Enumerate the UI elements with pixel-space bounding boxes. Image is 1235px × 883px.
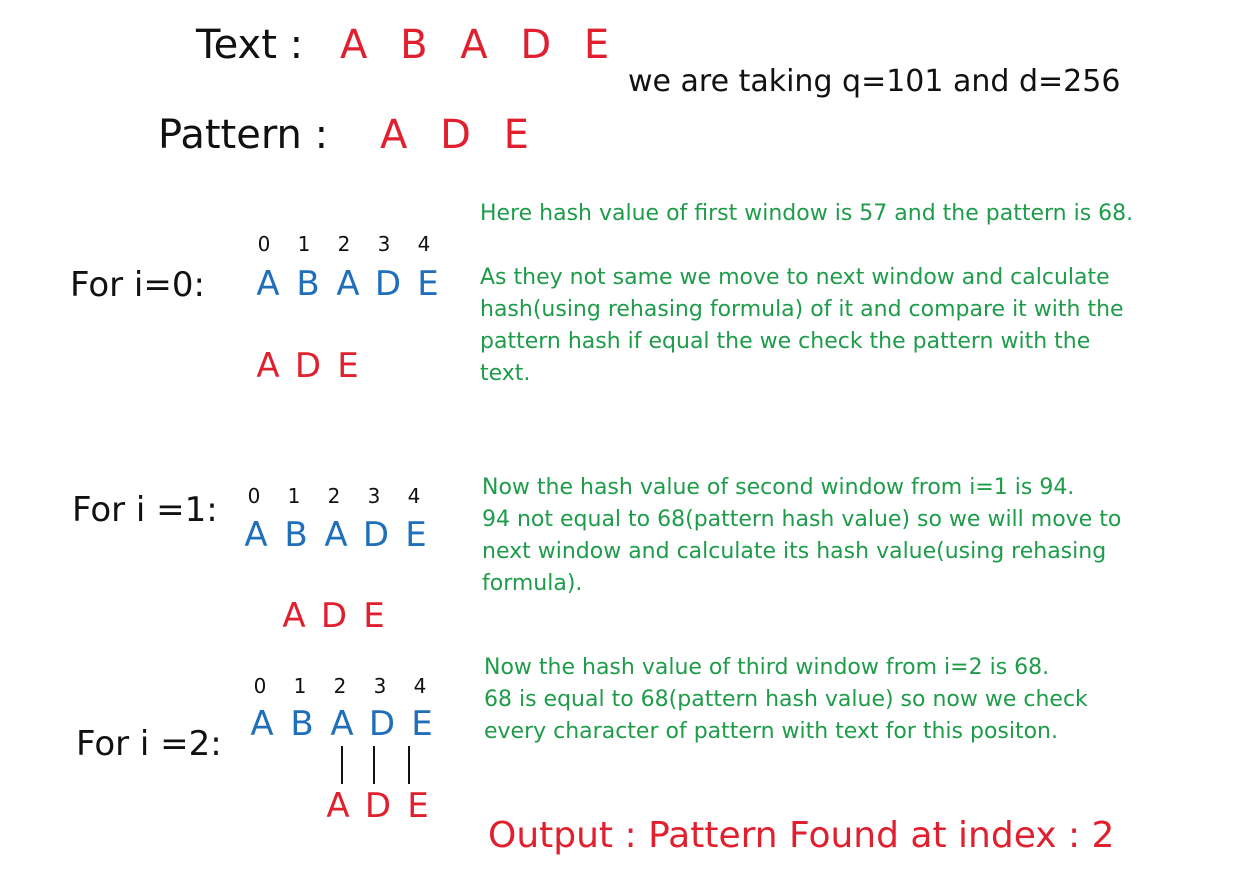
- explanation-line: As they not same we move to next window …: [480, 265, 1124, 386]
- pattern-char: E: [363, 596, 385, 636]
- explanation-line: 94 not equal to 68(pattern hash value) s…: [482, 507, 1122, 596]
- text-char: D: [368, 704, 396, 744]
- index-cell: 1: [297, 232, 311, 256]
- index-cell: 0: [253, 674, 267, 698]
- pattern-char: A: [282, 596, 306, 636]
- index-row-i2: 0 1 2 3 4: [240, 674, 440, 698]
- text-char: A: [330, 704, 354, 744]
- text-char: A: [324, 515, 348, 555]
- pattern-value: A D E: [380, 112, 539, 158]
- text-char: D: [374, 264, 402, 304]
- text-char: E: [417, 264, 439, 304]
- index-row-i0: 0 1 2 3 4: [244, 232, 444, 256]
- explanation-i1: Now the hash value of second window from…: [482, 472, 1142, 600]
- explanation-line: Now the hash value of third window from …: [484, 655, 1050, 680]
- text-char: E: [405, 515, 427, 555]
- text-char: B: [296, 264, 320, 304]
- pattern-char: A: [256, 346, 280, 386]
- explanation-i0: Here hash value of first window is 57 an…: [480, 198, 1140, 390]
- pattern-row-i1: ADE: [274, 596, 394, 636]
- pattern-char: D: [294, 346, 322, 386]
- step-label-i0: For i=0:: [70, 265, 205, 305]
- explanation-line: 68 is equal to 68(pattern hash value) so…: [484, 687, 1088, 744]
- params-note: we are taking q=101 and d=256: [628, 64, 1121, 99]
- index-cell: 2: [333, 674, 347, 698]
- index-cell: 1: [293, 674, 307, 698]
- explanation-line: Now the hash value of second window from…: [482, 475, 1075, 500]
- text-char: A: [336, 264, 360, 304]
- explanation-line: Here hash value of first window is 57 an…: [480, 201, 1134, 226]
- index-cell: 2: [327, 484, 341, 508]
- text-char: A: [250, 704, 274, 744]
- pattern-char: D: [320, 596, 348, 636]
- step-label-i1: For i =1:: [72, 490, 218, 530]
- step-label-i2: For i =2:: [76, 724, 222, 764]
- text-char: A: [256, 264, 280, 304]
- index-cell: 4: [417, 232, 431, 256]
- pattern-char: A: [326, 786, 350, 826]
- index-cell: 2: [337, 232, 351, 256]
- pattern-char: D: [364, 786, 392, 826]
- index-row-i1: 0 1 2 3 4: [234, 484, 434, 508]
- index-cell: 4: [413, 674, 427, 698]
- text-char: D: [362, 515, 390, 555]
- text-char: A: [244, 515, 268, 555]
- text-char: E: [411, 704, 433, 744]
- index-cell: 0: [257, 232, 271, 256]
- index-cell: 0: [247, 484, 261, 508]
- text-row-i2: ABADE: [242, 704, 442, 744]
- index-cell: 3: [373, 674, 387, 698]
- text-value: A B A D E: [340, 22, 620, 68]
- text-label: Text :: [196, 22, 304, 68]
- text-char: B: [290, 704, 314, 744]
- index-cell: 4: [407, 484, 421, 508]
- match-line: [341, 746, 343, 784]
- pattern-row-i0: ADE: [248, 346, 368, 386]
- explanation-i2: Now the hash value of third window from …: [484, 652, 1144, 748]
- pattern-char: E: [337, 346, 359, 386]
- index-cell: 3: [377, 232, 391, 256]
- match-line: [408, 746, 410, 784]
- pattern-row-i2: ADE: [318, 786, 438, 826]
- pattern-label: Pattern :: [158, 112, 329, 158]
- text-char: B: [284, 515, 308, 555]
- index-cell: 1: [287, 484, 301, 508]
- output-result: Output : Pattern Found at index : 2: [488, 815, 1115, 856]
- pattern-char: E: [407, 786, 429, 826]
- text-row-i1: ABADE: [236, 515, 436, 555]
- text-row-i0: ABADE: [248, 264, 448, 304]
- match-line: [373, 746, 375, 784]
- index-cell: 3: [367, 484, 381, 508]
